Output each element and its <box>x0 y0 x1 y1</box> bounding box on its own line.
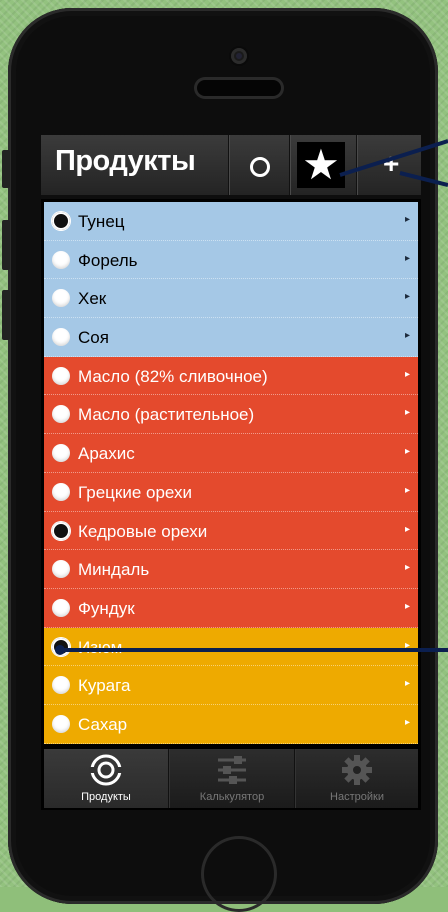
annotation-overlay <box>55 139 448 655</box>
annotation-line-plus <box>399 171 448 187</box>
annotation-dot <box>55 645 65 655</box>
annotation-line-star <box>339 139 448 177</box>
